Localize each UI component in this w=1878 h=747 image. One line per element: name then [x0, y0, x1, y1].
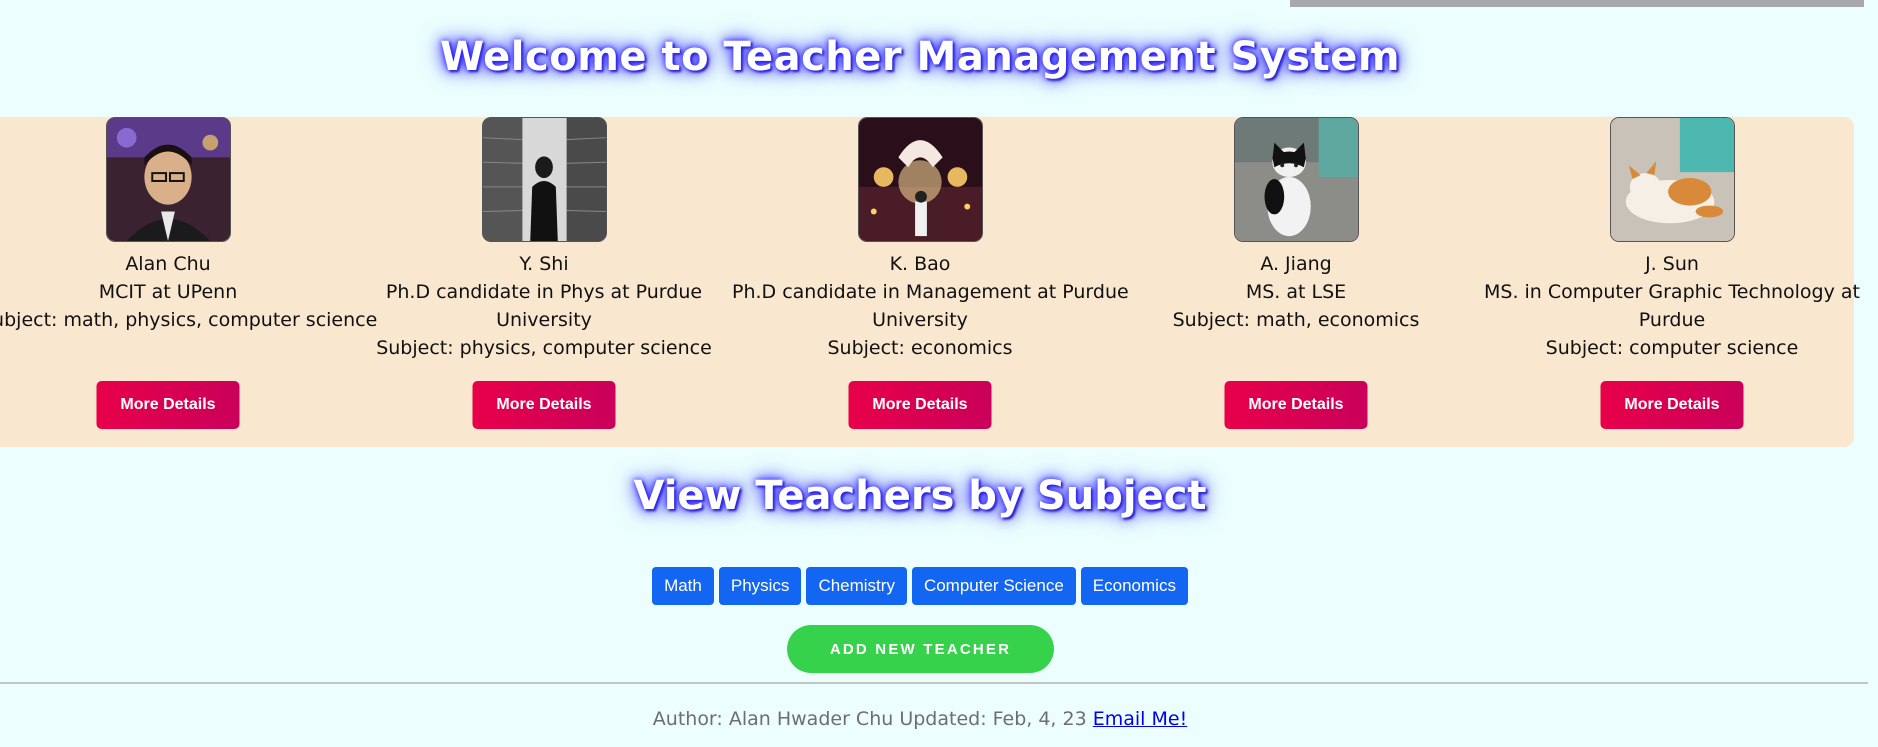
teacher-photo — [1609, 117, 1735, 242]
more-details-button[interactable]: More Details — [1600, 381, 1744, 429]
teacher-degree-cont: University — [496, 309, 592, 331]
footer-author-text: Author: Alan Hwader Chu Updated: Feb, 4,… — [652, 708, 1087, 730]
subject-button-physics[interactable]: Physics — [718, 567, 802, 605]
carousel-photo-icon — [858, 118, 982, 241]
teacher-card: J. Sun MS. in Computer Graphic Technolog… — [1484, 117, 1860, 429]
more-details-button[interactable]: More Details — [472, 381, 616, 429]
subjects-section-title: View Teachers by Subject — [633, 473, 1207, 519]
teacher-degree: MS. at LSE — [1245, 281, 1347, 303]
teacher-degree: MS. in Computer Graphic Technology at — [1484, 281, 1860, 303]
footer: Author: Alan Hwader Chu Updated: Feb, 4,… — [0, 708, 1840, 730]
teacher-card: Alan Chu MCIT at UPenn Subject: math, ph… — [0, 117, 378, 429]
subject-filter-bar: Math Physics Chemistry Computer Science … — [0, 567, 1840, 605]
teacher-photo — [481, 117, 607, 242]
teacher-degree-cont: University — [872, 309, 968, 331]
more-details-button[interactable]: More Details — [848, 381, 992, 429]
teacher-photo — [105, 117, 231, 242]
page-title: Welcome to Teacher Management System — [439, 34, 1401, 80]
portrait-photo-icon — [106, 118, 230, 241]
teacher-card: Y. Shi Ph.D candidate in Phys at Purdue … — [356, 117, 732, 429]
more-details-button[interactable]: More Details — [96, 381, 240, 429]
teacher-degree: Ph.D candidate in Phys at Purdue — [385, 281, 703, 303]
teacher-name: K. Bao — [889, 253, 951, 275]
teacher-degree: MCIT at UPenn — [98, 281, 238, 303]
teacher-card: A. Jiang MS. at LSE Subject: math, econo… — [1108, 117, 1484, 429]
teacher-photo — [1233, 117, 1359, 242]
library-photo-icon — [482, 118, 606, 241]
teacher-degree-cont: Purdue — [1638, 309, 1706, 331]
teacher-subjects: Subject: math, physics, computer science — [0, 309, 378, 331]
email-link[interactable]: Email Me! — [1093, 708, 1187, 730]
teacher-photo — [857, 117, 983, 242]
teacher-name: J. Sun — [1645, 253, 1699, 275]
teacher-card: K. Bao Ph.D candidate in Management at P… — [732, 117, 1129, 429]
cat-photo-icon — [1234, 118, 1358, 241]
footer-divider — [0, 682, 1868, 684]
subject-button-math[interactable]: Math — [652, 567, 714, 605]
more-details-button[interactable]: More Details — [1224, 381, 1368, 429]
teacher-name: A. Jiang — [1260, 253, 1332, 275]
teacher-degree: Ph.D candidate in Management at Purdue — [732, 281, 1129, 303]
subject-button-chemistry[interactable]: Chemistry — [806, 567, 907, 605]
teacher-name: Alan Chu — [125, 253, 211, 275]
subject-button-economics[interactable]: Economics — [1080, 567, 1188, 605]
teacher-subjects: Subject: math, economics — [1172, 309, 1420, 331]
teacher-subjects: Subject: economics — [827, 337, 1013, 359]
teacher-subjects: Subject: physics, computer science — [376, 337, 712, 359]
subject-button-computer-science[interactable]: Computer Science — [911, 567, 1076, 605]
teacher-name: Y. Shi — [519, 253, 569, 275]
horizontal-scrollbar[interactable] — [1290, 0, 1864, 7]
add-new-teacher-button[interactable]: ADD NEW TEACHER — [787, 625, 1054, 673]
teacher-subjects: Subject: computer science — [1545, 337, 1799, 359]
cat-lying-photo-icon — [1610, 118, 1734, 241]
